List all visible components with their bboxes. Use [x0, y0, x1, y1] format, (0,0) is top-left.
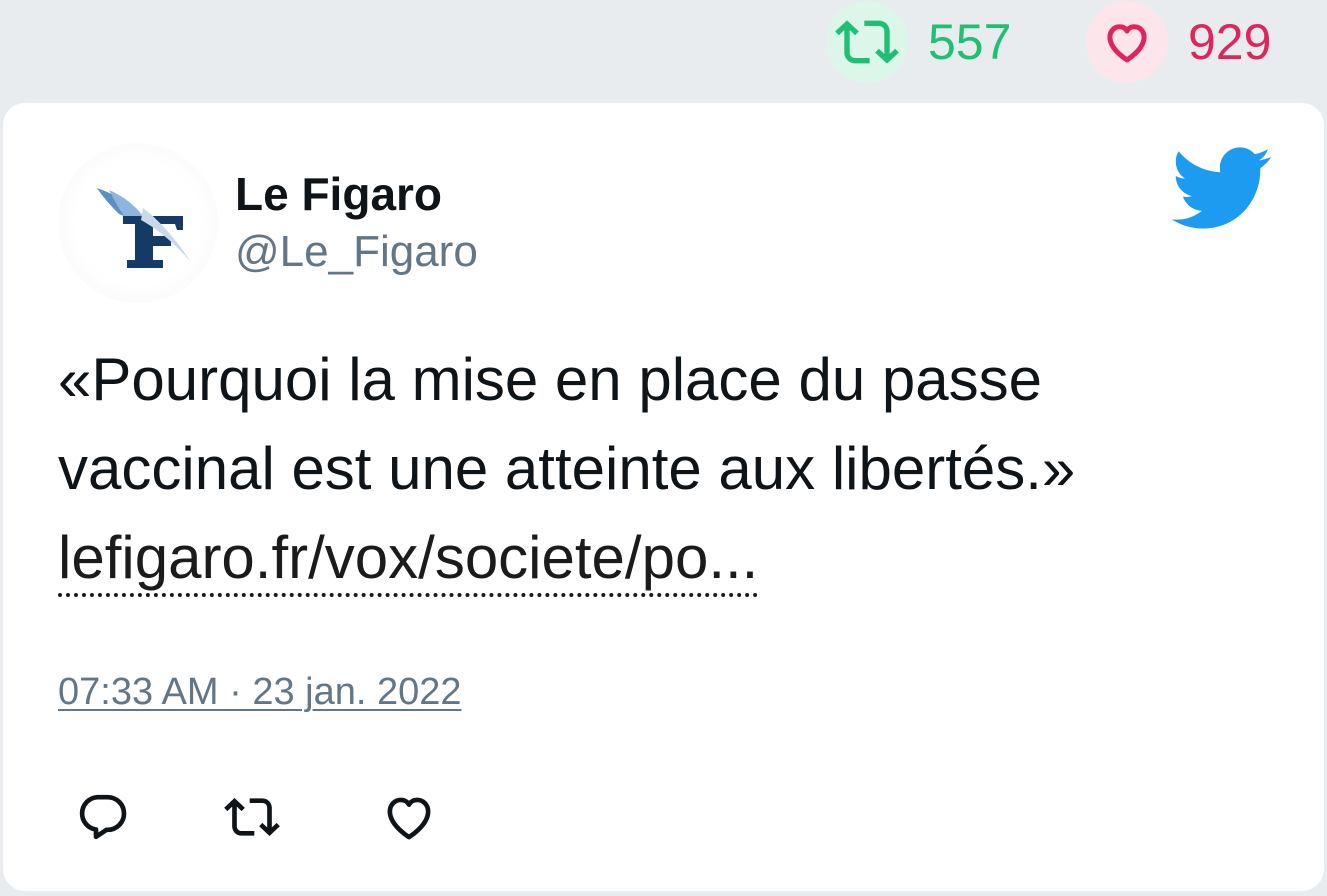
tweet-card: Le Figaro @Le_Figaro «Pourquoi la mise e…	[3, 103, 1324, 891]
reply-icon[interactable]	[75, 789, 131, 850]
tweet-link[interactable]: lefigaro.fr/vox/societe/po...	[58, 524, 759, 597]
like-stat[interactable]: 929	[1086, 0, 1271, 84]
tweet-text: «Pourquoi la mise en place du passe vacc…	[58, 335, 1278, 602]
le-figaro-logo	[97, 188, 191, 268]
tweet-text-line: vaccinal est une atteinte aux libertés.»	[58, 435, 1076, 502]
twitter-bird-icon[interactable]	[1171, 147, 1273, 236]
retweet-stat[interactable]: 557	[826, 0, 1011, 84]
author-avatar[interactable]	[58, 143, 218, 303]
retweet-icon[interactable]	[221, 789, 283, 850]
like-count: 929	[1188, 14, 1272, 70]
like-icon[interactable]	[381, 789, 437, 850]
author-name[interactable]: Le Figaro	[235, 167, 442, 221]
engagement-stats-bar: 557 929	[0, 0, 1327, 100]
retweet-icon[interactable]	[826, 1, 908, 83]
tweet-timestamp[interactable]: 07:33 AM · 23 jan. 2022	[58, 671, 462, 714]
heart-icon[interactable]	[1086, 1, 1168, 83]
tweet-text-line: «Pourquoi la mise en place du passe	[58, 346, 1042, 413]
retweet-count: 557	[928, 14, 1012, 70]
author-handle[interactable]: @Le_Figaro	[235, 227, 478, 277]
